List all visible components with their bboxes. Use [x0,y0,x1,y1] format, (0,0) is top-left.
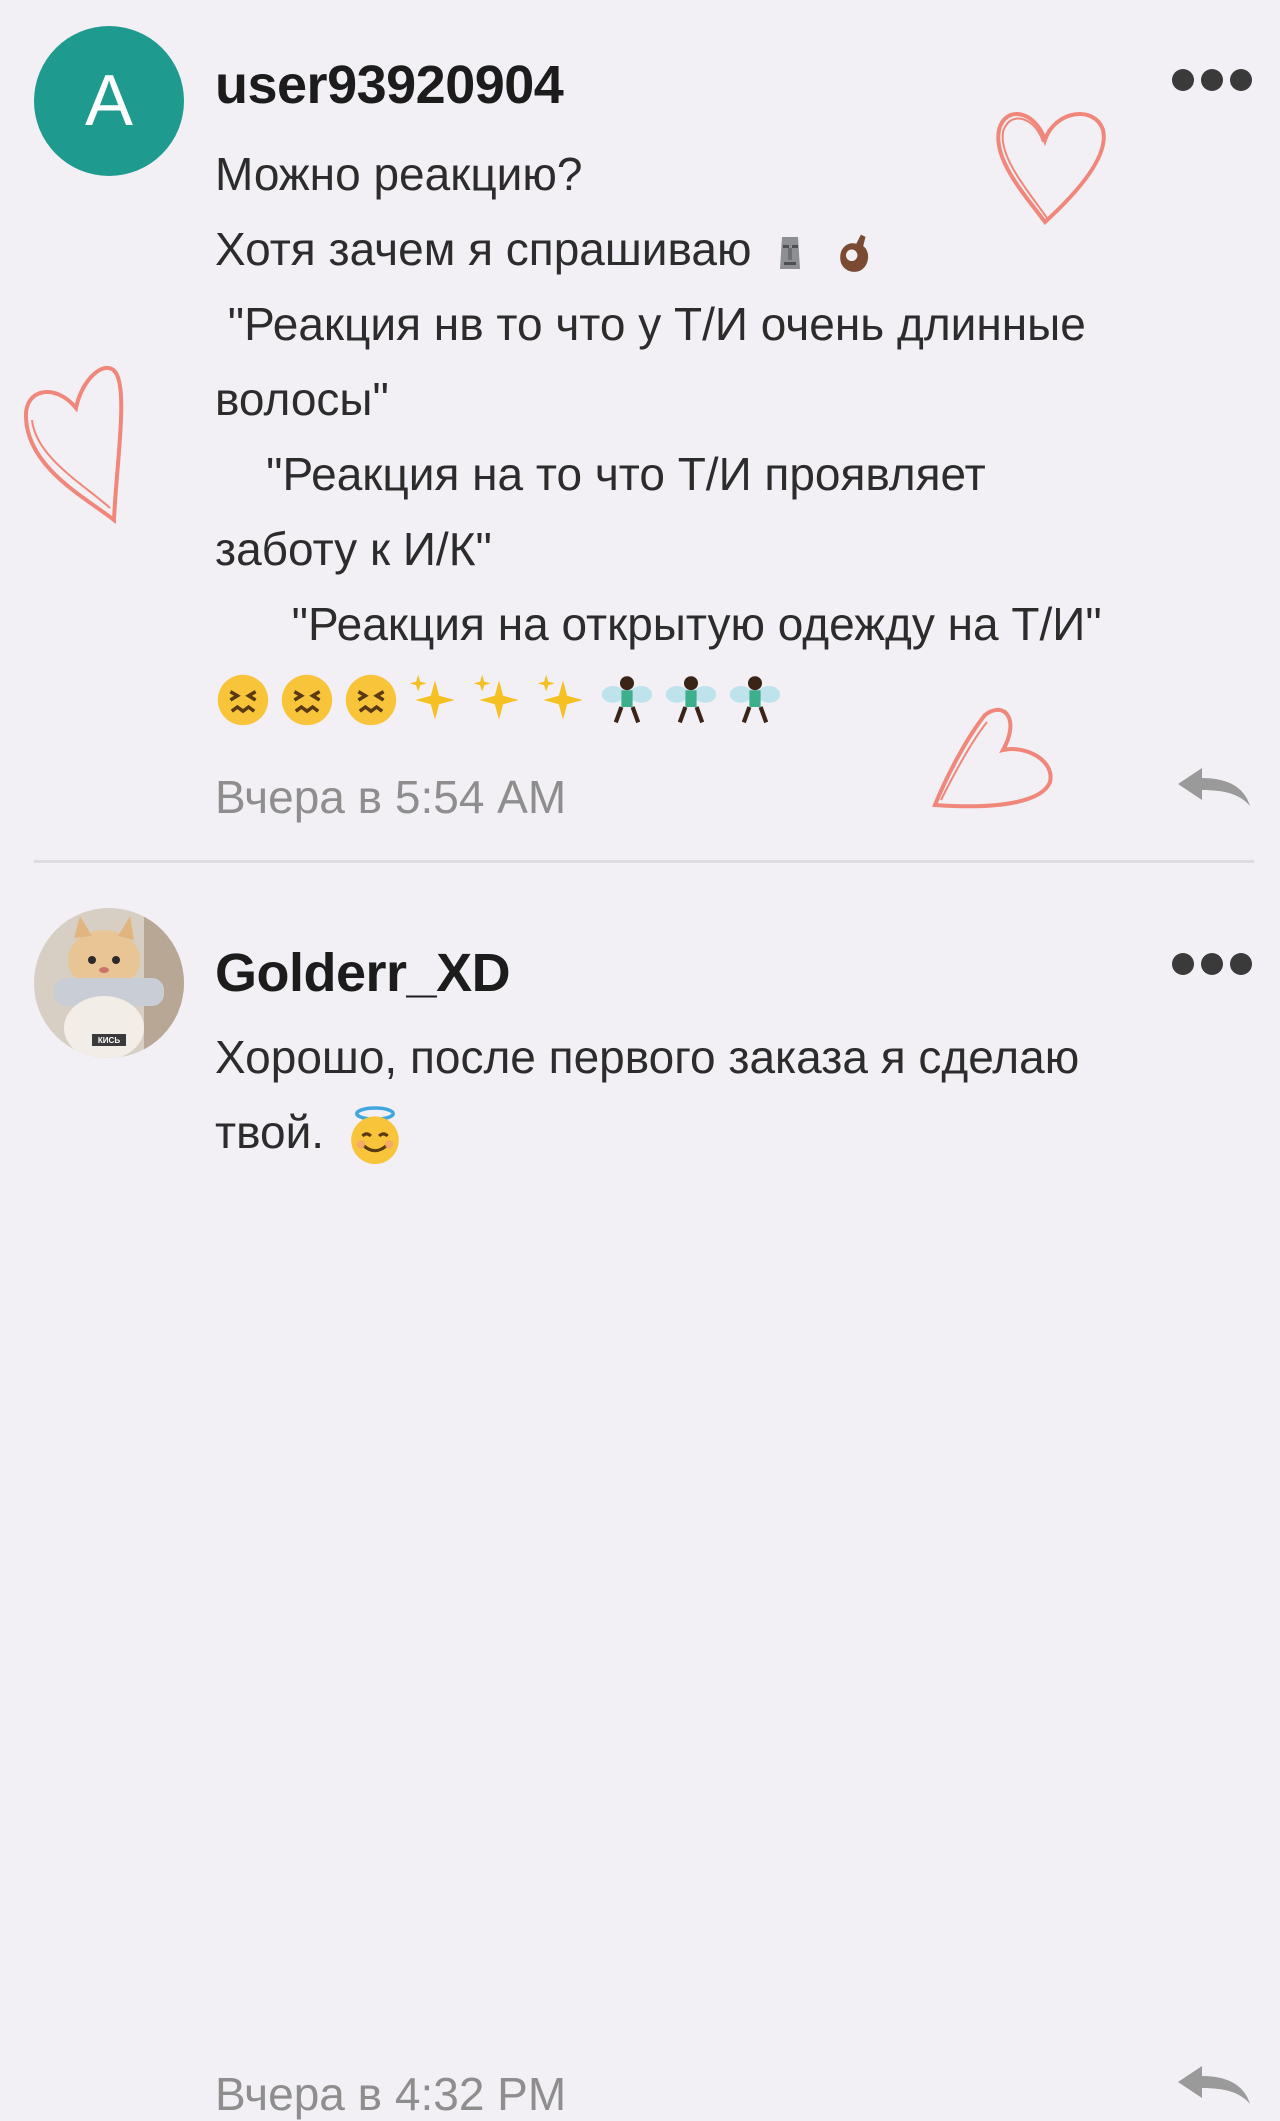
sparkles-emoji [409,674,455,720]
confounded-face-emoji [217,674,269,725]
comment-line: Можно реакцию? [215,148,583,200]
confounded-face-emoji [345,674,397,725]
reply-icon[interactable] [1174,762,1254,812]
avatar[interactable]: КИСЬ [34,908,184,1058]
comment-item: КИСЬ Golderr_XD Хорошо, после первого за… [0,864,1280,2120]
more-options-icon[interactable] [1172,68,1252,92]
fairy-emoji [601,675,653,723]
reply-icon[interactable] [1174,2060,1254,2110]
comment-line: твой. [215,1106,325,1158]
comment-line: Хотя зачем я спрашиваю [215,223,752,275]
comment-text: Можно реакцию? Хотя зачем я спрашиваю "Р… [215,137,1255,737]
username[interactable]: Golderr_XD [215,942,511,1004]
comment-text: Хорошо, после первого заказа я сделаю тв… [215,1020,1255,1170]
comment-line: заботу к И/К" [215,523,492,575]
comment-line: Хорошо, после первого заказа я сделаю [215,1031,1080,1083]
sparkles-emoji [473,674,519,720]
fairy-emoji [665,675,717,723]
avatar-caption: КИСЬ [98,1036,120,1045]
timestamp: Вчера в 4:32 PM [215,2068,567,2120]
comment-line: волосы" [215,373,389,425]
comment-line: "Реакция нв то что у Т/И очень длинные [215,298,1086,350]
confounded-face-emoji [281,674,333,725]
avatar[interactable]: A [34,26,184,176]
cat-photo-avatar: КИСЬ [34,908,184,1058]
smiling-face-with-halo-emoji [351,1106,399,1164]
comment-line: "Реакция на то что Т/И проявляет [215,448,986,500]
comment-item: A user93920904 Можно реакцию? Хотя зачем… [0,0,1280,862]
comment-line-with-emoji: твой. [215,1095,1255,1170]
more-options-icon[interactable] [1172,952,1252,976]
ok-hand-emoji [840,234,869,272]
avatar-letter: A [84,61,134,141]
emoji-row [215,662,1255,737]
sparkles-emoji [537,674,583,720]
timestamp: Вчера в 5:54 AM [215,771,567,823]
comment-line-with-emoji: Хотя зачем я спрашиваю [215,212,1255,287]
moai-emoji [780,236,801,269]
comment-line: "Реакция на открытую одежду на Т/И" [215,598,1102,650]
username[interactable]: user93920904 [215,54,564,116]
divider [34,860,1254,863]
fairy-emoji [729,675,781,723]
